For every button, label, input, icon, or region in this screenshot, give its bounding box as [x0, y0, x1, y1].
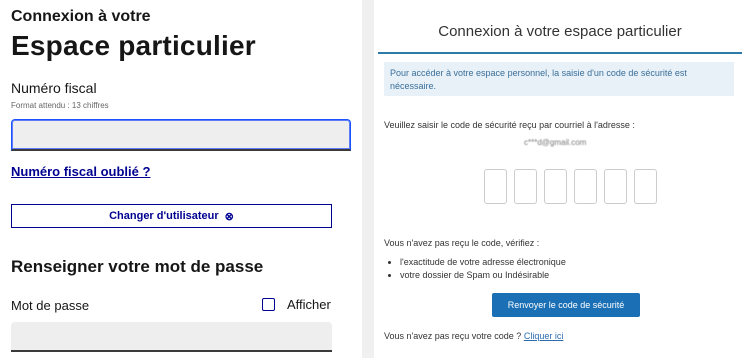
code-digit-input[interactable] — [544, 169, 567, 204]
page-title: Espace particulier — [11, 30, 256, 61]
forgot-fiscal-number-link[interactable]: Numéro fiscal oublié ? — [11, 164, 150, 179]
login-panel: Connexion à votre Espace particulier Num… — [0, 0, 360, 358]
code-digit-input[interactable] — [634, 169, 657, 204]
no-code-check-text: Vous n'avez pas reçu le code, vérifiez : — [384, 238, 540, 248]
fiscal-number-hint: Format attendu : 13 chiffres — [11, 101, 109, 110]
fiscal-number-input[interactable] — [11, 119, 351, 151]
resend-code-button[interactable]: Renvoyer le code de sécurité — [492, 293, 640, 317]
no-code-footer: Vous n'avez pas reçu votre code ? Clique… — [384, 331, 563, 341]
code-instruction: Veuillez saisir le code de sécurité reçu… — [384, 120, 635, 130]
click-here-link[interactable]: Cliquer ici — [524, 331, 564, 341]
list-item: l'exactitude de votre adresse électroniq… — [400, 256, 566, 269]
password-input[interactable] — [11, 322, 332, 352]
code-digit-input[interactable] — [604, 169, 627, 204]
fiscal-number-label: Numéro fiscal — [11, 80, 97, 96]
checklist: l'exactitude de votre adresse électroniq… — [388, 256, 566, 282]
show-password-label[interactable]: Afficher — [287, 297, 331, 312]
close-circle-icon: ⊗ — [224, 210, 234, 223]
panel-divider — [362, 0, 374, 358]
login-subtitle: Connexion à votre — [11, 8, 151, 25]
masked-email: c***d@gmail.com — [524, 138, 587, 147]
security-code-inputs — [484, 169, 657, 204]
code-digit-input[interactable] — [574, 169, 597, 204]
code-digit-input[interactable] — [484, 169, 507, 204]
password-heading: Renseigner votre mot de passe — [11, 257, 264, 276]
no-code-prefix: Vous n'avez pas reçu votre code ? — [384, 331, 522, 341]
security-code-panel: Connexion à votre espace particulier Pou… — [374, 0, 746, 358]
show-password-checkbox[interactable] — [262, 298, 275, 311]
info-banner: Pour accéder à votre espace personnel, l… — [384, 62, 734, 96]
change-user-label: Changer d'utilisateur — [109, 210, 219, 222]
code-digit-input[interactable] — [514, 169, 537, 204]
password-label: Mot de passe — [11, 298, 90, 313]
security-panel-title: Connexion à votre espace particulier — [378, 10, 742, 54]
list-item: votre dossier de Spam ou Indésirable — [400, 269, 566, 282]
change-user-button[interactable]: Changer d'utilisateur ⊗ — [11, 204, 332, 228]
